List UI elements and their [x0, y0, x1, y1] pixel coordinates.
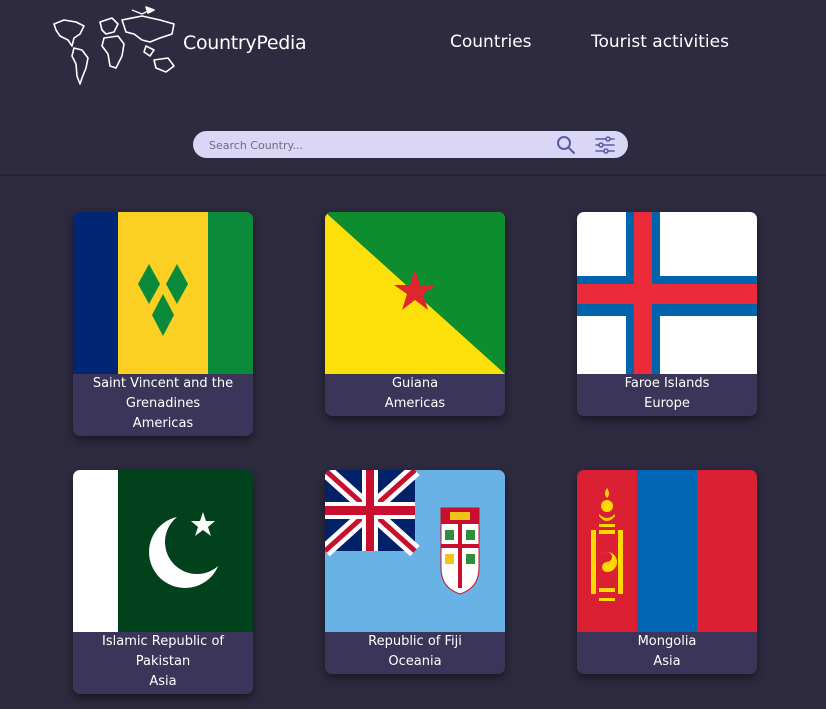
search-icon[interactable] — [556, 135, 576, 155]
country-card[interactable]: Islamic Republic of Pakistan Asia — [73, 470, 253, 694]
sliders-filter-icon[interactable] — [594, 134, 616, 156]
country-name: Faroe Islands — [624, 376, 710, 391]
country-card[interactable]: Faroe Islands Europe — [577, 212, 757, 416]
world-map-airplane-icon — [53, 6, 175, 85]
card-caption: Faroe Islands Europe — [577, 374, 757, 416]
country-region: Americas — [132, 416, 194, 431]
header: CountryPedia Countries Tourist activitie… — [0, 0, 826, 174]
country-region: Asia — [149, 674, 177, 689]
country-card[interactable]: Guiana Americas — [325, 212, 505, 416]
faroe-islands-flag — [577, 212, 757, 374]
nav-countries[interactable]: Countries — [450, 32, 532, 52]
brand-name: CountryPedia — [183, 32, 307, 54]
country-card[interactable]: Republic of Fiji Oceania — [325, 470, 505, 674]
country-region: Asia — [653, 654, 681, 669]
pakistan-flag — [73, 470, 253, 632]
card-caption: Mongolia Asia — [577, 632, 757, 674]
card-caption: Saint Vincent and the Grenadines America… — [73, 374, 253, 436]
country-card[interactable]: Mongolia Asia — [577, 470, 757, 674]
card-caption: Guiana Americas — [325, 374, 505, 416]
logo[interactable]: CountryPedia — [50, 6, 307, 88]
country-name: Mongolia — [637, 634, 697, 649]
nav-tourist-activities[interactable]: Tourist activities — [591, 32, 729, 52]
country-region: Americas — [384, 396, 446, 411]
country-name: Islamic Republic of Pakistan — [102, 634, 224, 669]
country-name: Republic of Fiji — [368, 634, 462, 649]
card-caption: Islamic Republic of Pakistan Asia — [73, 632, 253, 694]
card-caption: Republic of Fiji Oceania — [325, 632, 505, 674]
header-divider — [0, 174, 826, 176]
country-card[interactable]: Saint Vincent and the Grenadines America… — [73, 212, 253, 436]
search-input[interactable] — [207, 131, 541, 160]
saint-vincent-flag — [73, 212, 253, 374]
french-guiana-flag — [325, 212, 505, 374]
country-region: Europe — [644, 396, 690, 411]
country-region: Oceania — [388, 654, 442, 669]
fiji-flag — [325, 470, 505, 632]
mongolia-flag — [577, 470, 757, 632]
country-name: Saint Vincent and the Grenadines — [92, 376, 234, 411]
country-name: Guiana — [391, 376, 439, 391]
